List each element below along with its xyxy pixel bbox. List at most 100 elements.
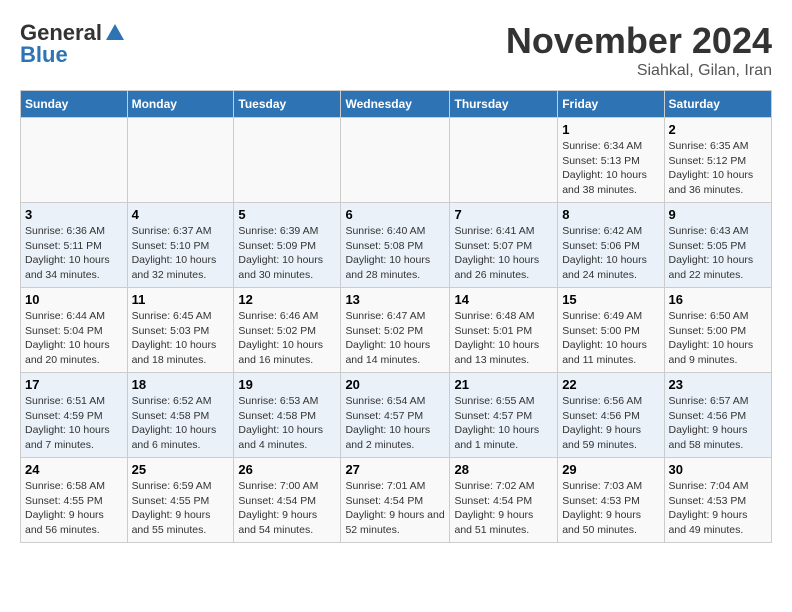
- calendar-cell: 1 Sunrise: 6:34 AM Sunset: 5:13 PM Daylig…: [558, 118, 664, 203]
- calendar-cell: 11 Sunrise: 6:45 AM Sunset: 5:03 PM Dayli…: [127, 288, 234, 373]
- day-number: 6: [345, 207, 445, 222]
- calendar-cell: 2Sunrise: 6:35 AM Sunset: 5:12 PM Daylig…: [664, 118, 771, 203]
- logo-blue: Blue: [20, 42, 68, 68]
- calendar-cell: 19 Sunrise: 6:53 AM Sunset: 4:58 PM Dayli…: [234, 373, 341, 458]
- logo: General Blue: [20, 20, 126, 68]
- calendar-cell: 29 Sunrise: 7:03 AM Sunset: 4:53 PM Dayli…: [558, 458, 664, 543]
- day-info: Sunrise: 6:53 AM Sunset: 4:58 PM Dayligh…: [238, 394, 336, 453]
- calendar-cell: [127, 118, 234, 203]
- week-row-5: 24Sunrise: 6:58 AM Sunset: 4:55 PM Dayli…: [21, 458, 772, 543]
- day-info: Sunrise: 6:50 AM Sunset: 5:00 PM Dayligh…: [669, 309, 767, 368]
- day-header-friday: Friday: [558, 91, 664, 118]
- calendar-cell: 7 Sunrise: 6:41 AM Sunset: 5:07 PM Daylig…: [450, 203, 558, 288]
- day-info: Sunrise: 6:56 AM Sunset: 4:56 PM Dayligh…: [562, 394, 659, 453]
- day-number: 19: [238, 377, 336, 392]
- day-number: 28: [454, 462, 553, 477]
- calendar-cell: 24Sunrise: 6:58 AM Sunset: 4:55 PM Dayli…: [21, 458, 128, 543]
- calendar-cell: 17 Sunrise: 6:51 AM Sunset: 4:59 PM Dayli…: [21, 373, 128, 458]
- day-number: 29: [562, 462, 659, 477]
- day-number: 18: [132, 377, 230, 392]
- day-header-tuesday: Tuesday: [234, 91, 341, 118]
- calendar-cell: [234, 118, 341, 203]
- day-number: 25: [132, 462, 230, 477]
- day-number: 8: [562, 207, 659, 222]
- calendar-cell: 3 Sunrise: 6:36 AM Sunset: 5:11 PM Daylig…: [21, 203, 128, 288]
- day-info: Sunrise: 7:03 AM Sunset: 4:53 PM Dayligh…: [562, 479, 659, 538]
- day-header-thursday: Thursday: [450, 91, 558, 118]
- calendar-cell: 22 Sunrise: 6:56 AM Sunset: 4:56 PM Dayli…: [558, 373, 664, 458]
- day-info: Sunrise: 6:46 AM Sunset: 5:02 PM Dayligh…: [238, 309, 336, 368]
- day-number: 9: [669, 207, 767, 222]
- day-info: Sunrise: 6:59 AM Sunset: 4:55 PM Dayligh…: [132, 479, 230, 538]
- calendar-cell: 18 Sunrise: 6:52 AM Sunset: 4:58 PM Dayli…: [127, 373, 234, 458]
- week-row-1: 1 Sunrise: 6:34 AM Sunset: 5:13 PM Daylig…: [21, 118, 772, 203]
- day-info: Sunrise: 7:02 AM Sunset: 4:54 PM Dayligh…: [454, 479, 553, 538]
- day-info: Sunrise: 7:01 AM Sunset: 4:54 PM Dayligh…: [345, 479, 445, 538]
- calendar-cell: 12 Sunrise: 6:46 AM Sunset: 5:02 PM Dayli…: [234, 288, 341, 373]
- day-number: 16: [669, 292, 767, 307]
- day-number: 26: [238, 462, 336, 477]
- calendar-cell: 23Sunrise: 6:57 AM Sunset: 4:56 PM Dayli…: [664, 373, 771, 458]
- day-number: 22: [562, 377, 659, 392]
- day-info: Sunrise: 6:48 AM Sunset: 5:01 PM Dayligh…: [454, 309, 553, 368]
- day-header-wednesday: Wednesday: [341, 91, 450, 118]
- day-info: Sunrise: 6:36 AM Sunset: 5:11 PM Dayligh…: [25, 224, 123, 283]
- location-title: Siahkal, Gilan, Iran: [506, 62, 772, 80]
- day-number: 13: [345, 292, 445, 307]
- day-info: Sunrise: 6:34 AM Sunset: 5:13 PM Dayligh…: [562, 139, 659, 198]
- calendar-cell: 28 Sunrise: 7:02 AM Sunset: 4:54 PM Dayli…: [450, 458, 558, 543]
- day-number: 21: [454, 377, 553, 392]
- day-info: Sunrise: 6:55 AM Sunset: 4:57 PM Dayligh…: [454, 394, 553, 453]
- calendar-header-row: SundayMondayTuesdayWednesdayThursdayFrid…: [21, 91, 772, 118]
- day-number: 23: [669, 377, 767, 392]
- day-info: Sunrise: 6:39 AM Sunset: 5:09 PM Dayligh…: [238, 224, 336, 283]
- day-number: 1: [562, 122, 659, 137]
- day-number: 3: [25, 207, 123, 222]
- day-info: Sunrise: 6:52 AM Sunset: 4:58 PM Dayligh…: [132, 394, 230, 453]
- day-number: 24: [25, 462, 123, 477]
- calendar-cell: [341, 118, 450, 203]
- calendar-cell: 8 Sunrise: 6:42 AM Sunset: 5:06 PM Daylig…: [558, 203, 664, 288]
- calendar-cell: 20 Sunrise: 6:54 AM Sunset: 4:57 PM Dayli…: [341, 373, 450, 458]
- calendar-cell: 4Sunrise: 6:37 AM Sunset: 5:10 PM Daylig…: [127, 203, 234, 288]
- calendar-cell: [450, 118, 558, 203]
- calendar-cell: [21, 118, 128, 203]
- day-number: 20: [345, 377, 445, 392]
- day-info: Sunrise: 6:54 AM Sunset: 4:57 PM Dayligh…: [345, 394, 445, 453]
- week-row-4: 17 Sunrise: 6:51 AM Sunset: 4:59 PM Dayli…: [21, 373, 772, 458]
- day-header-saturday: Saturday: [664, 91, 771, 118]
- day-number: 30: [669, 462, 767, 477]
- day-number: 11: [132, 292, 230, 307]
- day-number: 15: [562, 292, 659, 307]
- calendar-table: SundayMondayTuesdayWednesdayThursdayFrid…: [20, 90, 772, 543]
- calendar-cell: 5 Sunrise: 6:39 AM Sunset: 5:09 PM Daylig…: [234, 203, 341, 288]
- day-number: 27: [345, 462, 445, 477]
- day-info: Sunrise: 6:44 AM Sunset: 5:04 PM Dayligh…: [25, 309, 123, 368]
- day-number: 2: [669, 122, 767, 137]
- day-number: 12: [238, 292, 336, 307]
- day-info: Sunrise: 6:49 AM Sunset: 5:00 PM Dayligh…: [562, 309, 659, 368]
- day-info: Sunrise: 6:42 AM Sunset: 5:06 PM Dayligh…: [562, 224, 659, 283]
- logo-icon: [104, 22, 126, 44]
- day-info: Sunrise: 6:43 AM Sunset: 5:05 PM Dayligh…: [669, 224, 767, 283]
- day-number: 17: [25, 377, 123, 392]
- calendar-cell: 6Sunrise: 6:40 AM Sunset: 5:08 PM Daylig…: [341, 203, 450, 288]
- week-row-2: 3 Sunrise: 6:36 AM Sunset: 5:11 PM Daylig…: [21, 203, 772, 288]
- calendar-cell: 15 Sunrise: 6:49 AM Sunset: 5:00 PM Dayli…: [558, 288, 664, 373]
- calendar-cell: 14 Sunrise: 6:48 AM Sunset: 5:01 PM Dayli…: [450, 288, 558, 373]
- day-number: 14: [454, 292, 553, 307]
- calendar-cell: 21 Sunrise: 6:55 AM Sunset: 4:57 PM Dayli…: [450, 373, 558, 458]
- header: General Blue November 2024 Siahkal, Gila…: [20, 20, 772, 80]
- calendar-cell: 10 Sunrise: 6:44 AM Sunset: 5:04 PM Dayli…: [21, 288, 128, 373]
- calendar-cell: 26Sunrise: 7:00 AM Sunset: 4:54 PM Dayli…: [234, 458, 341, 543]
- day-number: 10: [25, 292, 123, 307]
- day-info: Sunrise: 6:41 AM Sunset: 5:07 PM Dayligh…: [454, 224, 553, 283]
- calendar-cell: 16 Sunrise: 6:50 AM Sunset: 5:00 PM Dayli…: [664, 288, 771, 373]
- day-info: Sunrise: 6:45 AM Sunset: 5:03 PM Dayligh…: [132, 309, 230, 368]
- day-number: 7: [454, 207, 553, 222]
- day-number: 4: [132, 207, 230, 222]
- day-info: Sunrise: 7:04 AM Sunset: 4:53 PM Dayligh…: [669, 479, 767, 538]
- day-info: Sunrise: 6:51 AM Sunset: 4:59 PM Dayligh…: [25, 394, 123, 453]
- day-number: 5: [238, 207, 336, 222]
- calendar-cell: 9 Sunrise: 6:43 AM Sunset: 5:05 PM Daylig…: [664, 203, 771, 288]
